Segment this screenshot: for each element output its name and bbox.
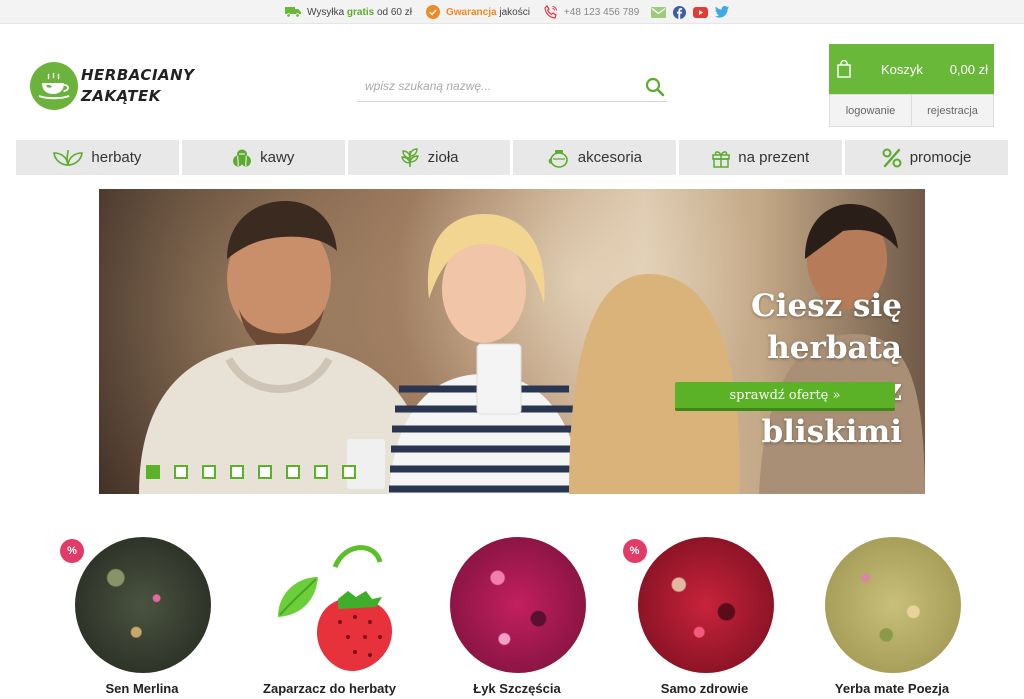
mail-icon[interactable] bbox=[651, 6, 667, 18]
nav-label: na prezent bbox=[738, 149, 810, 166]
cart-label: Koszyk bbox=[881, 61, 923, 77]
slider-dots bbox=[146, 465, 356, 479]
nav-item-kawy[interactable]: kawy bbox=[181, 140, 345, 175]
product-card[interactable]: Yerba mate Poezja bbox=[802, 532, 982, 699]
slider-dot[interactable] bbox=[202, 465, 216, 479]
truck-icon bbox=[285, 7, 301, 18]
cart-button[interactable]: Koszyk 0,00 zł bbox=[829, 44, 994, 94]
promo-badge: % bbox=[60, 539, 84, 563]
social-links bbox=[651, 5, 730, 19]
phone-number: +48 123 456 789 bbox=[563, 6, 640, 18]
teapot-icon bbox=[548, 149, 568, 168]
nav-label: promocje bbox=[909, 149, 972, 166]
nav-item-ziola[interactable]: zioła bbox=[347, 140, 511, 175]
nav-label: zioła bbox=[427, 149, 459, 166]
site-logo[interactable]: HERBACIANY ZAKĄTEK bbox=[30, 60, 200, 112]
nav-label: herbaty bbox=[91, 149, 142, 166]
product-card[interactable]: % Sen Merlina bbox=[52, 532, 232, 699]
slider-dot[interactable] bbox=[314, 465, 328, 479]
shipping-info: Wysyłka gratis od 60 zł bbox=[285, 6, 412, 18]
tea-leaves-icon bbox=[53, 149, 84, 166]
product-image-hibiscus-blend[interactable] bbox=[450, 537, 586, 673]
hero-title: Ciesz się herbatą razem z bliskimi bbox=[632, 285, 902, 453]
product-card[interactable]: Łyk Szczęścia bbox=[427, 532, 607, 699]
shipping-prefix: Wysyłka bbox=[307, 6, 345, 18]
phone-info[interactable]: +48 123 456 789 bbox=[544, 5, 639, 19]
register-button[interactable]: rejestracja bbox=[912, 94, 994, 127]
guarantee-suffix: jakości bbox=[499, 6, 530, 18]
login-button[interactable]: logowanie bbox=[829, 94, 912, 127]
nav-label: akcesoria bbox=[577, 149, 642, 166]
product-image-strawberry-infuser[interactable] bbox=[270, 537, 400, 673]
cart-total: 0,00 zł bbox=[949, 61, 988, 77]
nav-item-na-prezent[interactable]: na prezent bbox=[679, 140, 843, 175]
product-name[interactable]: Zaparzacz do herbaty bbox=[240, 681, 420, 696]
account-links: logowanie rejestracja bbox=[829, 94, 994, 127]
product-list: % Sen Merlina Zaparzacz do herbaty Łyk S… bbox=[52, 532, 982, 699]
nav-label: kawy bbox=[260, 149, 295, 166]
nav-item-herbaty[interactable]: herbaty bbox=[16, 140, 179, 175]
logo-line-1: HERBACIANY bbox=[81, 66, 195, 84]
product-image-yerba-mate[interactable] bbox=[825, 537, 961, 673]
guarantee-info: Gwarancja jakości bbox=[425, 5, 530, 19]
youtube-icon[interactable] bbox=[693, 6, 709, 18]
twitter-icon[interactable] bbox=[715, 6, 730, 18]
phone-icon bbox=[544, 5, 557, 19]
product-card[interactable]: Zaparzacz do herbaty bbox=[240, 532, 420, 699]
hero-title-line-1: Ciesz się herbatą bbox=[751, 288, 902, 366]
hero-cta-button[interactable]: sprawdź ofertę » bbox=[675, 382, 895, 411]
logo-line-2: ZAKĄTEK bbox=[81, 87, 161, 105]
product-name[interactable]: Samo zdrowie bbox=[615, 681, 795, 696]
product-card[interactable]: % Samo zdrowie bbox=[615, 532, 795, 699]
shipping-suffix: od 60 zł bbox=[376, 6, 412, 18]
shipping-highlight: gratis bbox=[346, 6, 375, 18]
search-button[interactable] bbox=[645, 77, 665, 102]
product-name[interactable]: Sen Merlina bbox=[52, 681, 232, 696]
search-icon bbox=[645, 77, 665, 97]
slider-dot[interactable] bbox=[342, 465, 356, 479]
search-bar bbox=[357, 72, 667, 102]
slider-dot[interactable] bbox=[146, 465, 160, 479]
main-nav: herbaty kawy zioła akcesoria na prezent … bbox=[16, 140, 1008, 175]
slider-dot[interactable] bbox=[258, 465, 272, 479]
teacup-logo-icon bbox=[30, 62, 78, 110]
coffee-beans-icon bbox=[233, 149, 252, 166]
product-image-fruit-blend[interactable] bbox=[637, 537, 774, 673]
nav-item-akcesoria[interactable]: akcesoria bbox=[513, 140, 677, 175]
search-input[interactable] bbox=[357, 72, 627, 100]
herb-icon bbox=[400, 147, 419, 167]
product-name[interactable]: Yerba mate Poezja bbox=[802, 681, 982, 696]
percent-icon bbox=[882, 148, 902, 167]
hero-slider: Ciesz się herbatą razem z bliskimi spraw… bbox=[99, 189, 925, 494]
check-badge-icon bbox=[425, 5, 440, 19]
slider-dot[interactable] bbox=[230, 465, 244, 479]
nav-item-promocje[interactable]: promocje bbox=[845, 140, 1008, 175]
promo-badge: % bbox=[622, 539, 647, 563]
product-name[interactable]: Łyk Szczęścia bbox=[427, 681, 607, 696]
top-info-bar: Wysyłka gratis od 60 zł Gwarancja jakośc… bbox=[0, 0, 1024, 24]
slider-dot[interactable] bbox=[174, 465, 188, 479]
gift-icon bbox=[712, 150, 731, 168]
slider-dot[interactable] bbox=[286, 465, 300, 479]
shopping-bag-icon bbox=[837, 60, 851, 78]
facebook-icon[interactable] bbox=[673, 5, 687, 19]
guarantee-highlight: Gwarancja bbox=[445, 6, 497, 18]
product-image-green-tea-blend[interactable] bbox=[75, 537, 211, 673]
